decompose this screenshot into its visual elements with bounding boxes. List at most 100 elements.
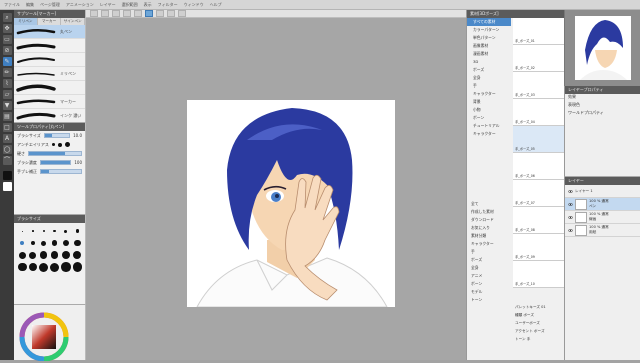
antialias-option-icon[interactable] — [51, 143, 55, 146]
brush-size-option[interactable] — [50, 250, 59, 260]
tree-item[interactable]: キャラクター — [467, 90, 511, 98]
brush-size-option[interactable] — [39, 250, 48, 260]
hardness-slider[interactable] — [28, 151, 82, 156]
gradient-tool-icon[interactable]: ▤ — [2, 112, 12, 121]
brush-item[interactable] — [14, 81, 85, 95]
menu-help[interactable]: ヘルプ — [210, 2, 222, 8]
menu-selection[interactable]: 選択範囲 — [122, 2, 138, 8]
brush-size-option[interactable] — [61, 238, 71, 248]
material-thumb[interactable]: 手_ポーズ_10 — [513, 261, 565, 288]
brush-size-option[interactable] — [39, 238, 48, 248]
brush-size-option[interactable] — [72, 262, 82, 272]
eye-icon[interactable] — [568, 202, 573, 207]
tab-signpen[interactable]: サインペン — [61, 18, 86, 25]
brush-size-option[interactable] — [50, 238, 59, 248]
eye-icon[interactable] — [568, 215, 573, 220]
list-item[interactable]: 全身 — [467, 264, 511, 272]
list-item[interactable]: トーン — [467, 296, 511, 304]
brush-tool-icon[interactable]: ⌇ — [2, 79, 12, 88]
menu-file[interactable]: ファイル — [4, 2, 20, 8]
material-thumb[interactable]: 手_ポーズ_05 — [513, 126, 565, 153]
pen-tool-icon[interactable]: ✎ — [2, 57, 12, 66]
brush-size-option[interactable] — [18, 238, 27, 248]
eye-icon[interactable] — [568, 189, 573, 194]
sub-color-swatch[interactable] — [2, 182, 12, 191]
eraser-tool-icon[interactable]: ▱ — [2, 90, 12, 99]
tree-item[interactable]: チュートリアル — [467, 122, 511, 130]
material-thumb[interactable]: 手_ポーズ_04 — [513, 99, 565, 126]
brush-size-option[interactable] — [73, 226, 83, 236]
list-item[interactable]: 素材分類 — [467, 232, 511, 240]
tree-item[interactable]: 全身 — [467, 74, 511, 82]
brush-size-option[interactable] — [18, 226, 27, 236]
save-button[interactable] — [112, 10, 120, 17]
menu-filter[interactable]: フィルター — [158, 2, 178, 8]
list-item[interactable]: 作成した素材 — [467, 208, 511, 216]
balloon-tool-icon[interactable]: ◯ — [2, 145, 12, 154]
layer-row[interactable]: レイヤー 1 — [565, 185, 640, 198]
tree-item[interactable]: カラーパターン — [467, 26, 511, 34]
open-button[interactable] — [101, 10, 109, 17]
color-wheel-icon[interactable] — [14, 305, 86, 362]
brush-size-option[interactable] — [73, 250, 83, 260]
brush-item[interactable] — [14, 53, 85, 67]
tab-marker[interactable]: マーカー — [38, 18, 62, 25]
tree-item[interactable]: 手 — [467, 82, 511, 90]
brush-item[interactable]: インク 濃い — [14, 109, 85, 123]
material-thumb[interactable]: 手_ポーズ_07 — [513, 180, 565, 207]
figure-tool-icon[interactable]: □ — [2, 123, 12, 132]
tree-item[interactable]: 3D — [467, 58, 511, 66]
brush-size-option[interactable] — [29, 250, 38, 260]
brush-item-round[interactable]: 丸ペン — [14, 25, 85, 39]
list-item[interactable]: 手 — [467, 248, 511, 256]
text-tool-icon[interactable]: A — [2, 134, 12, 143]
brush-size-option[interactable] — [18, 250, 27, 260]
menu-edit[interactable]: 編集 — [26, 2, 34, 8]
transform-button[interactable] — [156, 10, 164, 17]
stabilizer-slider[interactable] — [40, 169, 82, 174]
menu-view[interactable]: 表示 — [144, 2, 152, 8]
main-color-swatch[interactable] — [2, 171, 12, 180]
tab-millipen[interactable]: ミリペン — [14, 18, 38, 25]
brush-item[interactable] — [14, 39, 85, 53]
brush-size-option[interactable] — [29, 238, 38, 248]
navigator-preview[interactable] — [565, 10, 640, 86]
snap-button[interactable] — [167, 10, 175, 17]
list-item[interactable]: アニメ — [467, 272, 511, 280]
fill-tool-icon[interactable]: ▼ — [2, 101, 12, 110]
layer-row[interactable]: 100 % 通常 線画 — [565, 211, 640, 224]
tree-item[interactable]: 小物 — [467, 106, 511, 114]
undo-button[interactable] — [123, 10, 131, 17]
list-item[interactable]: モデル — [467, 288, 511, 296]
brush-size-option[interactable] — [39, 226, 48, 236]
tree-item[interactable]: 単色パターン — [467, 34, 511, 42]
brush-size-option[interactable] — [61, 226, 71, 236]
tree-item[interactable]: すべての素材 — [467, 18, 511, 26]
menu-page[interactable]: ページ管理 — [40, 2, 60, 8]
menu-layer[interactable]: レイヤー — [100, 2, 116, 8]
brush-size-option[interactable] — [29, 226, 38, 236]
material-thumb[interactable]: 手_ポーズ_06 — [513, 153, 565, 180]
material-thumb[interactable]: 手_ポーズ_08 — [513, 207, 565, 234]
document-canvas[interactable] — [187, 100, 395, 307]
ruler-button[interactable] — [178, 10, 186, 17]
tree-item[interactable]: キャラクター — [467, 130, 511, 138]
brush-item[interactable]: マーカー — [14, 95, 85, 109]
brush-size-option[interactable] — [39, 262, 48, 272]
menu-window[interactable]: ウィンドウ — [184, 2, 204, 8]
eyedropper-icon[interactable]: ⊘ — [2, 46, 12, 55]
eye-icon[interactable] — [568, 228, 573, 233]
brush-size-option[interactable] — [61, 262, 71, 272]
material-thumb[interactable]: 手_ポーズ_03 — [513, 72, 565, 99]
layer-row-selected[interactable]: 100 % 通常 ペン — [565, 198, 640, 211]
material-thumb[interactable]: 手_ポーズ_01 — [513, 18, 565, 45]
antialias-option-icon[interactable] — [57, 142, 62, 147]
list-item[interactable]: ダウンロード — [467, 216, 511, 224]
brush-size-option[interactable] — [50, 226, 59, 236]
brush-size-option[interactable] — [28, 262, 37, 272]
list-item[interactable]: 全て — [467, 200, 511, 208]
list-item[interactable]: お気に入り — [467, 224, 511, 232]
correct-line-tool-icon[interactable]: ⌒ — [2, 156, 12, 165]
menu-animation[interactable]: アニメーション — [66, 2, 94, 8]
brush-size-option[interactable] — [18, 262, 27, 272]
